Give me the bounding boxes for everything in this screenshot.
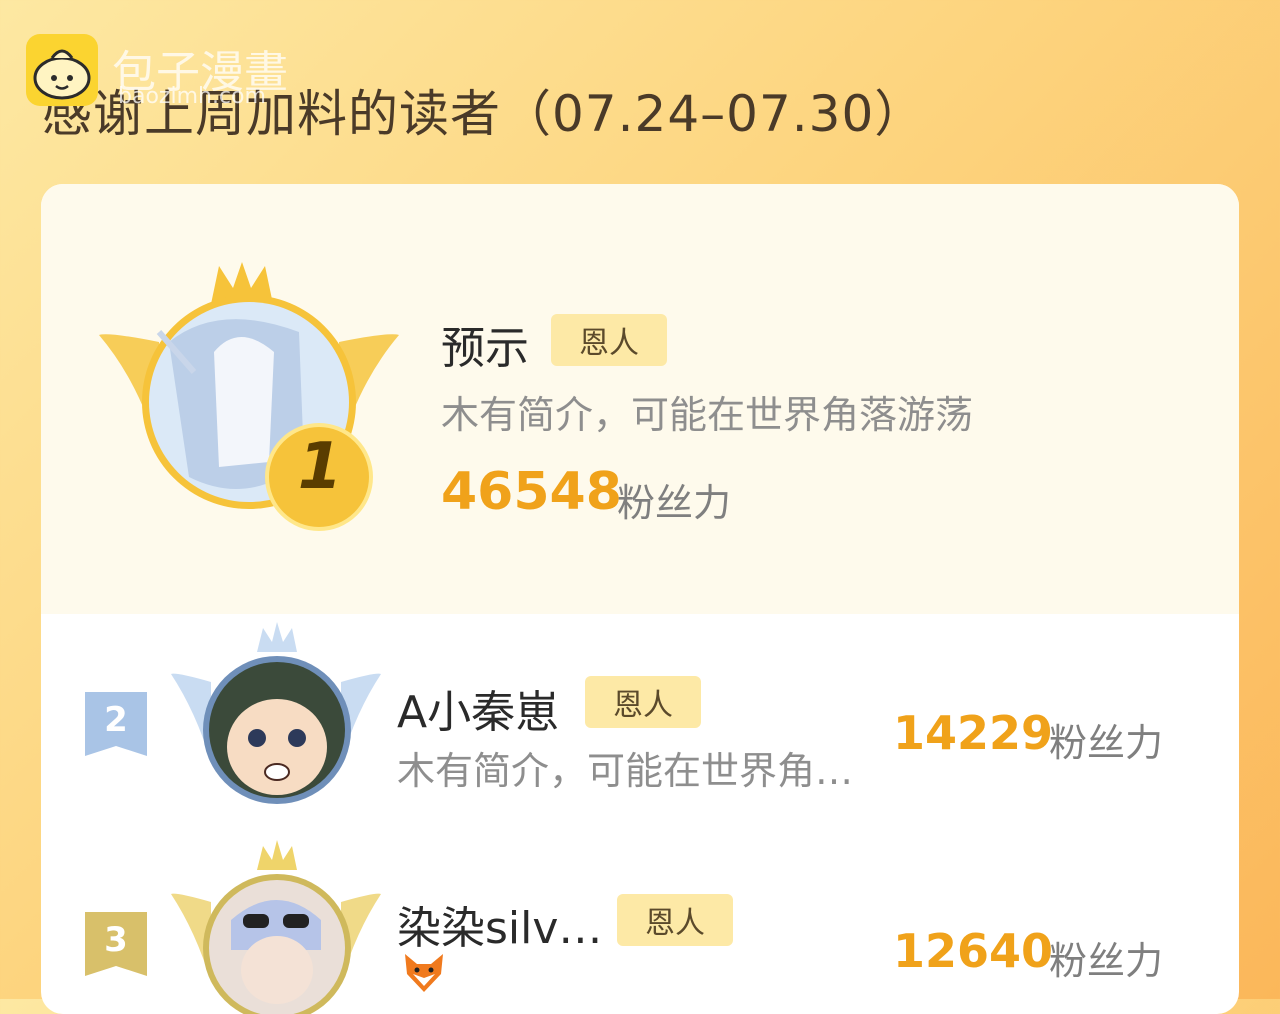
reader-2-badge: 恩人 [585, 676, 701, 728]
reader-2-bio: 木有简介，可能在世界角… [397, 749, 854, 793]
top-reader-score: 46548 [441, 462, 622, 522]
top-reader-badge: 恩人 [551, 314, 667, 366]
rank-2-ribbon: 2 [85, 692, 147, 756]
reader-2-score-label: 粉丝力 [1049, 721, 1164, 765]
fox-icon [401, 950, 447, 994]
rank-1-number: 1 [297, 430, 343, 504]
reader-3-score: 12640 [893, 924, 1054, 978]
reader-ranking-card: 1 预示 恩人 木有简介，可能在世界角落游荡 46548 粉丝力 2 A小秦崽 … [41, 184, 1239, 1014]
reader-3-name[interactable]: 染染silv… [397, 892, 602, 956]
top-reader-bio: 木有简介，可能在世界角落游荡 [441, 393, 974, 437]
reader-3-avatar[interactable] [171, 840, 381, 1014]
rank-2-number: 2 [104, 700, 128, 740]
bun-logo-icon [26, 34, 98, 106]
reader-2-name[interactable]: A小秦崽 [397, 676, 559, 740]
top-reader-score-label: 粉丝力 [617, 481, 732, 525]
reader-3-badge: 恩人 [617, 894, 733, 946]
rank-3-number: 3 [104, 920, 128, 960]
top-reader-name[interactable]: 预示 [441, 312, 529, 376]
top-reader-avatar[interactable]: 1 [99, 262, 399, 532]
reader-3-score-label: 粉丝力 [1049, 939, 1164, 983]
rank-3-ribbon: 3 [85, 912, 147, 976]
watermark: 包子漫畫 baozimh.com [26, 34, 326, 114]
watermark-url: baozimh.com [118, 84, 266, 109]
reader-2-avatar[interactable] [171, 622, 381, 812]
reader-2-score: 14229 [893, 706, 1054, 760]
